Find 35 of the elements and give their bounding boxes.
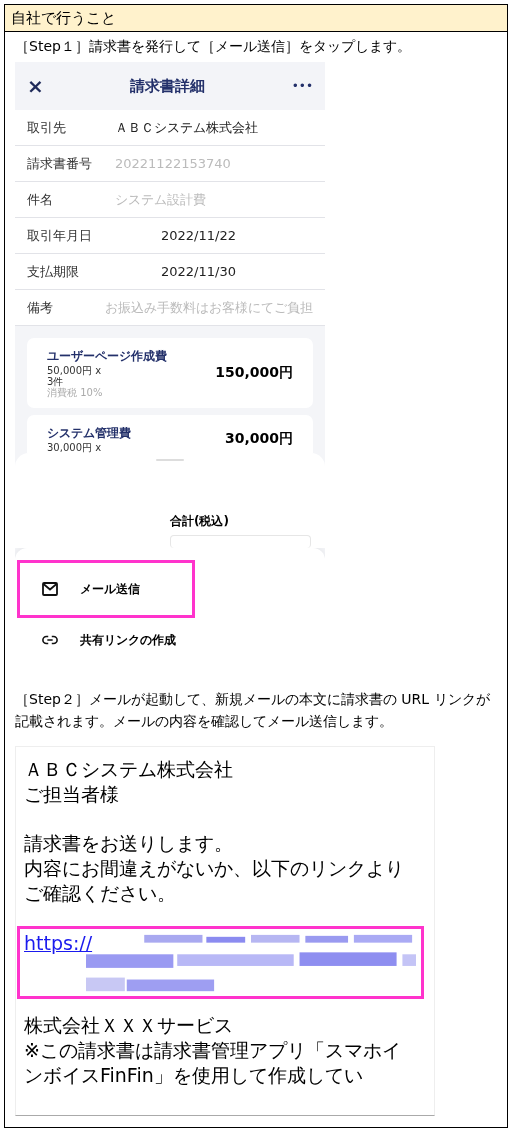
email-signature: 株式会社ＸＸＸサービス ※この請求書は請求書管理アプリ「スマホインボイスFinFin」を使用して作成してい	[24, 1013, 402, 1088]
field-value[interactable]: 2022/11/30	[161, 264, 236, 279]
item-amount: 150,000円	[215, 364, 293, 382]
section-title: 自社で行うこと	[5, 5, 507, 32]
step-instruction: ［Step１］請求書を発行して［メール送信］をタップします。	[15, 37, 412, 56]
field-label: 取引先	[27, 118, 67, 137]
email-greeting: ＡＢＣシステム株式会社 ご担当者様	[24, 757, 234, 807]
item-name: システム管理費	[47, 425, 131, 442]
screen-title: 請求書詳細	[129, 76, 207, 96]
line-item-card[interactable]: システム管理費 30,000円 x 30,000円	[27, 415, 313, 453]
field-value[interactable]: ＡＢＣシステム株式会社	[115, 118, 258, 137]
invoice-link[interactable]: https://	[24, 931, 93, 956]
item-name: ユーザーページ作成費	[47, 348, 167, 365]
action-item[interactable]: 共有リンクの作成	[17, 618, 195, 648]
more-icon[interactable]: •••	[291, 79, 313, 93]
field-label: 件名	[27, 190, 54, 209]
mail-icon	[42, 582, 58, 596]
drag-handle[interactable]	[156, 459, 184, 461]
field-label: 請求書番号	[27, 154, 93, 173]
unit-price: 30,000円 x	[47, 442, 103, 453]
field-value[interactable]: 2022/11/22	[161, 228, 236, 243]
unit-price: 50,000円 x	[47, 365, 103, 376]
email-message: 請求書をお送りします。 内容にお間違えがないか、以下のリンクよりご確認ください。	[24, 831, 405, 906]
item-amount: 30,000円	[224, 430, 293, 448]
field-label: 支払期限	[27, 262, 80, 281]
close-icon[interactable]: ×	[27, 74, 44, 98]
step-instruction: ［Step２］メールが起動して、新規メールの本文に請求書の URL リンクが記載されます。メールの内容を確認してメール送信します。	[15, 690, 491, 731]
line-item-card[interactable]: ユーザーページ作成費 50,000円 x 3件 消費税 10% 150,000円	[27, 338, 313, 408]
field-label: 取引年月日	[27, 226, 93, 245]
total-label: 合計(税込)	[170, 512, 230, 530]
field-label: 備考	[27, 298, 54, 317]
quantity: 3件	[47, 376, 64, 387]
link-icon	[42, 635, 58, 645]
tax-rate: 消費税 10%	[47, 387, 104, 398]
action-item[interactable]: メール送信	[17, 560, 195, 618]
